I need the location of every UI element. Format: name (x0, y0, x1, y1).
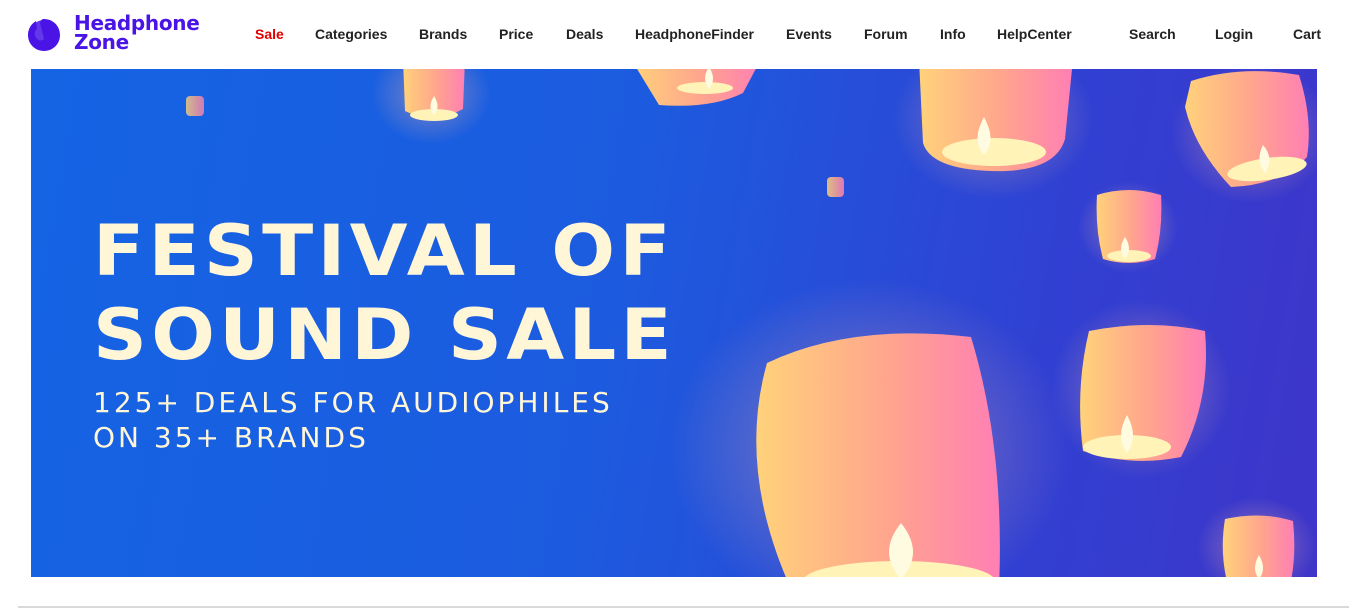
nav-item-info[interactable]: Info (940, 26, 966, 42)
nav-item-helpcenter[interactable]: HelpCenter (997, 26, 1072, 42)
lantern-right-middle (1051, 299, 1231, 479)
nav-item-forum[interactable]: Forum (864, 26, 908, 42)
lantern-bottom-right (1197, 497, 1317, 577)
lantern-large-foreground (669, 279, 1069, 577)
hero-banner[interactable]: FESTIVAL OF SOUND SALE 125+ DEALS FOR AU… (31, 69, 1317, 577)
lantern-small-2 (827, 177, 844, 197)
hero-subtitle-line-1: 125+ DEALS FOR AUDIOPHILES (93, 386, 613, 419)
site-header: Headphone Zone Sale Categories Brands Pr… (0, 0, 1349, 68)
lantern-small-1 (186, 96, 204, 116)
hero-title: FESTIVAL OF SOUND SALE (93, 209, 676, 377)
lantern-far-right-top (1171, 69, 1317, 203)
login-link[interactable]: Login (1215, 26, 1253, 42)
hero-title-line-1: FESTIVAL OF (93, 210, 675, 292)
search-link[interactable]: Search (1129, 26, 1176, 42)
hero-subtitle: 125+ DEALS FOR AUDIOPHILES ON 35+ BRANDS (93, 385, 613, 455)
logo-line-2: Zone (74, 30, 129, 54)
nav-item-brands[interactable]: Brands (419, 26, 467, 42)
nav-item-events[interactable]: Events (786, 26, 832, 42)
nav-item-deals[interactable]: Deals (566, 26, 603, 42)
nav-item-sale[interactable]: Sale (255, 26, 284, 42)
headphone-zone-logo-icon (28, 19, 60, 51)
nav-item-headphonefinder[interactable]: HeadphoneFinder (635, 26, 754, 42)
section-divider (18, 606, 1349, 608)
hero-title-line-2: SOUND SALE (93, 294, 676, 376)
nav-item-price[interactable]: Price (499, 26, 533, 42)
nav-item-categories[interactable]: Categories (315, 26, 387, 42)
lantern-top-center (637, 69, 756, 106)
logo-link[interactable]: Headphone Zone (26, 13, 206, 56)
hero-subtitle-line-2: ON 35+ BRANDS (93, 421, 369, 454)
lantern-top-right (893, 69, 1093, 199)
logo-text: Headphone Zone (74, 13, 200, 54)
cart-link[interactable]: Cart (1293, 26, 1321, 42)
lantern-mid-right-small (1078, 181, 1178, 273)
lantern-top-left (371, 69, 491, 144)
